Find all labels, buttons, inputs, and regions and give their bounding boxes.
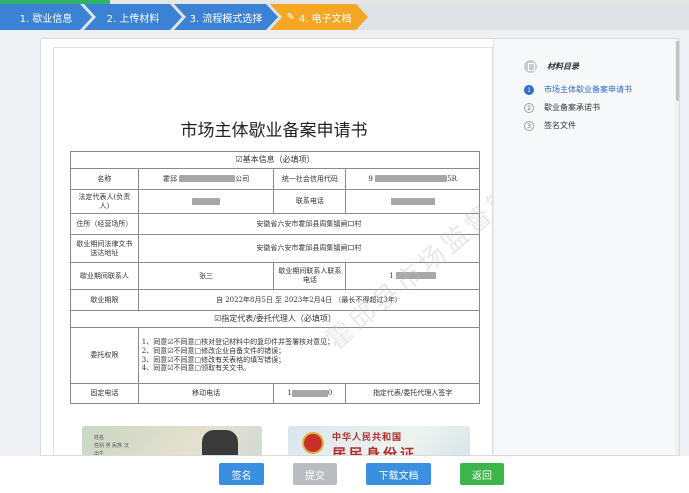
legal-rep-label: 法定代表人(负责人) [70,189,139,214]
id-back-country: 中华人民共和国 [332,433,403,443]
mobile-value: 10 [273,383,347,404]
scrollbar-thumb[interactable] [676,41,679,101]
authority-label: 委托权限 [70,327,139,384]
signature-cell: 指定代表/委托代理人签字 [345,383,480,404]
back-button[interactable]: 返回 [460,463,504,485]
id-front-line: 姓名 [94,435,105,441]
redaction-mask [395,272,436,280]
id-card-front-text: 姓名 性别 男 民族 汉 出生 住址 [94,434,129,455]
toc-item-label: 歇业备案承诺书 [544,103,600,112]
name-value: 霍邱 公司 [137,168,275,190]
toc-item-commitment-letter[interactable]: 2 歇业备案承诺书 [524,102,600,113]
national-emblem-icon [302,432,324,454]
period-label: 歇业期限 [70,289,139,311]
authority-item: 4、同意☑不同意□领取有关文书。 [141,364,251,373]
materials-toc-panel: 材料目录 1 市场主体歇业备案申请书 2 歇业备案承诺书 3 签名文件 [493,39,679,455]
toc-item-label: 市场主体歇业备案申请书 [544,85,632,94]
contact-phone-value [345,189,480,214]
mobile-label: 移动电话 [192,389,221,398]
document-page: 市场主体歇业备案申请书 ☑基本信息（必填项） 名称 霍邱 公司 统一社会信用代码… [53,47,493,456]
redaction-mask [375,175,448,183]
contact-person-phone-label: 歇业期间联系人联系电话 [273,262,347,290]
credit-code-label: 统一社会信用代码 [273,168,347,190]
name-prefix: 霍邱 [162,174,177,183]
basic-info-section-header: ☑基本信息（必填项） [70,151,480,169]
name-label: 名称 [70,168,139,190]
document-list-icon [524,60,537,73]
credit-code-prefix: 9 [368,174,373,183]
action-bar: 签名 提交 下载文档 返回 [0,456,689,493]
authority-item: 3、同意☑不同意□修改有关表格的填写错误； [141,355,286,364]
agent-section-header: ☑指定代表/委托代理人（必填项） [70,310,480,328]
download-document-button[interactable]: 下载文档 [366,463,431,485]
legal-rep-value [137,189,275,214]
address-value: 安徽省六安市霍邱县周集镇闸口村 [137,213,481,235]
toc-header: 材料目录 [524,60,579,73]
address-label: 住所（经营场所） [70,213,139,235]
toc-item-label: 签名文件 [544,121,576,130]
portrait-photo [202,430,238,455]
toc-item-signature-file[interactable]: 3 签名文件 [524,120,576,131]
contact-person-phone-prefix: 1 [389,271,394,280]
mobile-cell: 移动电话 [137,383,275,404]
contact-person-phone-value: 1 [345,262,480,290]
id-back-title: 居民身份证 [332,447,417,456]
toc-item-application-form[interactable]: 1 市场主体歇业备案申请书 [524,84,632,95]
legal-doc-address-label: 歇业期间法律文书送达地址 [70,234,139,263]
redaction-mask [390,197,435,205]
step-label: 2. 上传材料 [106,13,160,25]
step-label: 4. 电子文档 [298,13,352,25]
id-card-front-image: 姓名 性别 男 民族 汉 出生 住址 [82,426,262,455]
authority-item: 2、同意☑不同意□修改企业自备文件的错误； [141,346,286,355]
step-navigation: 1. 歇业信息 2. 上传材料 3. 流程模式选择 ✎ 4. 电子文档 [0,4,689,30]
step-label: 3. 流程模式选择 [189,13,263,25]
id-card-images: 姓名 性别 男 民族 汉 出生 住址 中华人民共和国 居民身份证 [70,426,480,456]
pencil-icon: ✎ [286,11,295,23]
redaction-mask [192,197,221,205]
legal-doc-address-value: 安徽省六安市霍邱县周集镇闸口村 [137,234,481,263]
authority-item: 1、同意☑不同意□核对登记材料中的复印件并签署核对意见； [141,338,335,346]
name-suffix: 公司 [235,174,250,183]
contact-phone-label: 联系电话 [273,189,347,214]
redaction-mask [179,175,236,183]
toc-title: 材料目录 [547,62,579,71]
document-viewer: 市场主体歇业备案申请书 ☑基本信息（必填项） 名称 霍邱 公司 统一社会信用代码… [40,38,680,456]
credit-code-value: 9 5R [345,168,480,190]
toc-item-number: 3 [524,120,534,131]
fixed-phone-label: 固定电话 [70,383,139,404]
period-value: 自 2022年8月5日 至 2023年2月4日 （最长不得超过3年） [137,289,481,311]
authority-list: 1、同意☑不同意□核对登记材料中的复印件并签署核对意见； 2、同意☑不同意□修改… [137,327,481,384]
document-title: 市场主体歇业备案申请书 [180,121,368,141]
application-form-table: ☑基本信息（必填项） 名称 霍邱 公司 统一社会信用代码 9 5R 法定代表人(… [70,151,481,404]
toc-item-number: 2 [524,102,534,113]
submit-button[interactable]: 提交 [293,463,337,485]
step-2-upload-materials[interactable]: 2. 上传材料 [84,4,182,30]
toc-item-number: 1 [524,84,534,95]
credit-code-suffix: 5R [447,174,457,183]
redaction-mask [291,389,328,397]
step-3-process-mode[interactable]: 3. 流程模式选择 [174,4,278,30]
scrollbar[interactable] [675,39,679,455]
sign-button[interactable]: 签名 [219,463,264,485]
signature-label: 指定代表/委托代理人签字 [372,389,453,398]
mobile-suffix: 0 [327,389,333,398]
step-label: 1. 歇业信息 [19,13,73,25]
contact-person-value: 张三 [137,262,275,290]
id-front-line: 性别 男 民族 汉 [94,443,129,449]
id-card-back-image: 中华人民共和国 居民身份证 [288,426,470,456]
step-4-electronic-document[interactable]: ✎ 4. 电子文档 [270,4,368,30]
step-1-business-info[interactable]: 1. 歇业信息 [0,4,92,30]
contact-person-label: 歇业期间联系人 [70,262,139,290]
